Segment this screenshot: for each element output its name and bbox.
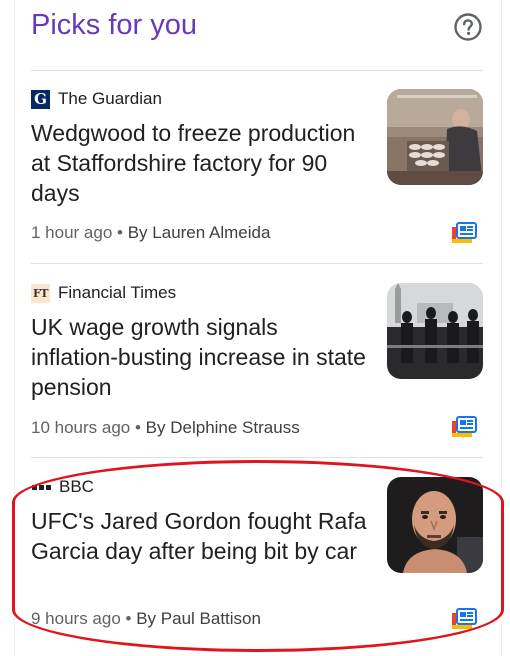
- london-commuters-bridge-image: [387, 283, 483, 379]
- publish-time: 10 hours ago: [31, 418, 131, 437]
- headline-link[interactable]: UFC's Jared Gordon fought Rafa Garcia da…: [31, 506, 371, 566]
- author-name: By Lauren Almeida: [127, 223, 271, 242]
- news-source[interactable]: BBC: [31, 477, 94, 497]
- meta-separator: •: [125, 609, 132, 628]
- publish-time: 9 hours ago: [31, 609, 121, 628]
- guardian-logo-icon: G: [31, 89, 50, 109]
- source-name: The Guardian: [58, 89, 162, 108]
- pottery-factory-worker-image: [387, 89, 483, 185]
- article-thumbnail[interactable]: [387, 477, 483, 573]
- article-meta: 10 hours ago • By Delphine Strauss: [31, 418, 300, 438]
- bbc-logo-icon: [31, 478, 51, 497]
- meta-separator: •: [134, 418, 141, 437]
- full-coverage-icon[interactable]: [451, 222, 477, 244]
- news-source[interactable]: FT Financial Times: [31, 283, 176, 303]
- help-circle-icon[interactable]: [453, 12, 483, 42]
- news-card[interactable]: G The Guardian Wedgwood to freeze produc…: [31, 70, 483, 264]
- picks-header: Picks for you: [31, 0, 483, 71]
- news-card[interactable]: BBC UFC's Jared Gordon fought Rafa Garci…: [31, 458, 483, 654]
- author-name: By Paul Battison: [136, 609, 261, 628]
- full-coverage-icon[interactable]: [451, 416, 477, 438]
- news-card[interactable]: FT Financial Times UK wage growth signal…: [31, 264, 483, 458]
- article-thumbnail[interactable]: [387, 89, 483, 185]
- article-thumbnail[interactable]: [387, 283, 483, 379]
- publish-time: 1 hour ago: [31, 223, 113, 242]
- headline-link[interactable]: Wedgwood to freeze production at Staffor…: [31, 118, 371, 208]
- full-coverage-icon[interactable]: [451, 608, 477, 630]
- article-meta: 1 hour ago • By Lauren Almeida: [31, 223, 270, 243]
- source-name: BBC: [59, 477, 94, 496]
- article-meta: 9 hours ago • By Paul Battison: [31, 609, 261, 629]
- source-name: Financial Times: [58, 283, 177, 302]
- author-name: By Delphine Strauss: [145, 418, 300, 437]
- news-source[interactable]: G The Guardian: [31, 89, 162, 109]
- fighter-portrait-image: [387, 477, 483, 573]
- meta-separator: •: [117, 223, 123, 242]
- section-title: Picks for you: [31, 9, 197, 41]
- picks-panel: Picks for you G The Guardian Wedgwood to…: [14, 0, 502, 656]
- ft-logo-icon: FT: [31, 283, 50, 303]
- headline-link[interactable]: UK wage growth signals inflation-busting…: [31, 312, 371, 402]
